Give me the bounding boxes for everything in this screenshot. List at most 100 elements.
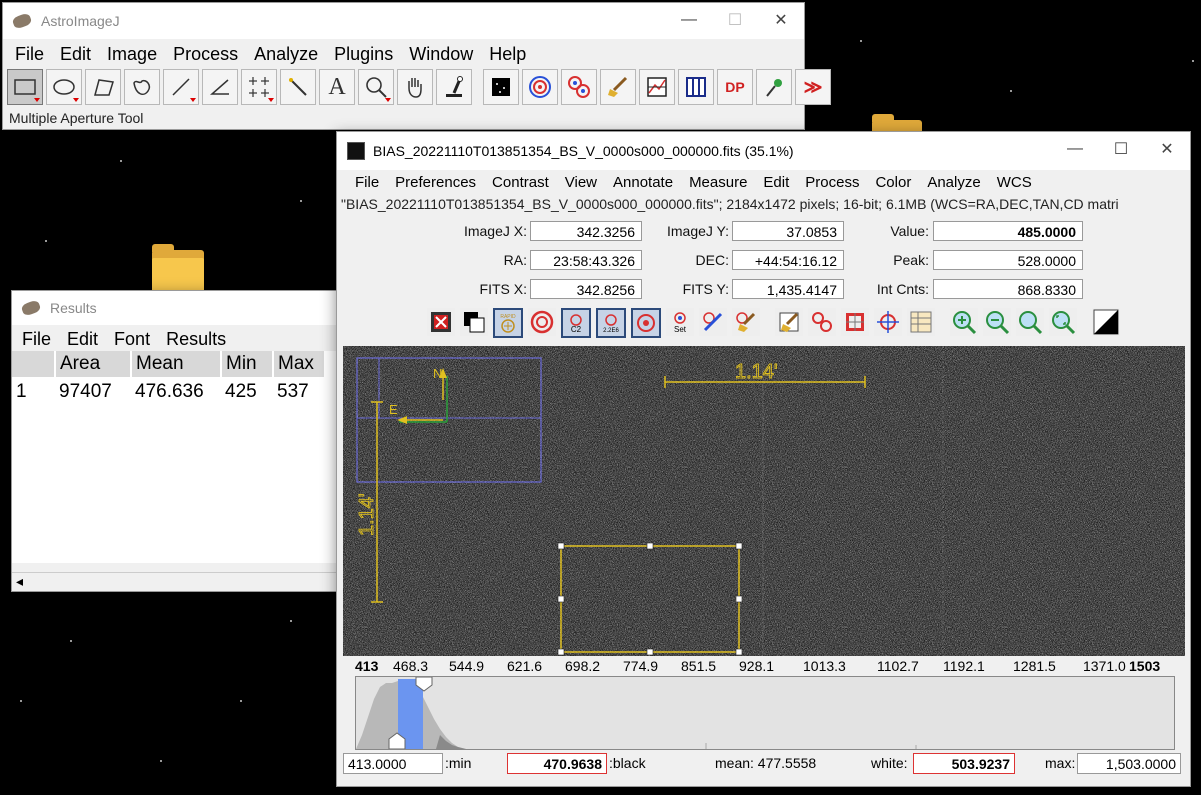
multi-aperture-tool-icon[interactable] (561, 69, 597, 105)
point-tool-icon[interactable] (241, 69, 277, 105)
fits-x-field[interactable]: 342.8256 (530, 279, 642, 299)
magnifier-tool-icon[interactable] (358, 69, 394, 105)
minimize-button[interactable]: — (1052, 132, 1098, 166)
edit-aperture-icon[interactable] (699, 308, 727, 336)
dec-field[interactable]: +44:54:16.12 (732, 250, 844, 270)
multi-aperture-icon[interactable] (808, 308, 836, 336)
peak-field[interactable]: 528.0000 (933, 250, 1083, 270)
fits-image[interactable]: N E 1.14' 1.14' (343, 346, 1185, 656)
menu-file[interactable]: File (7, 44, 52, 65)
more-tools-icon[interactable]: ≫ (795, 69, 831, 105)
text-tool-icon[interactable]: A (319, 69, 355, 105)
zoom-out-icon[interactable] (983, 308, 1011, 336)
titlebar[interactable]: Results (12, 291, 342, 325)
menu-file[interactable]: File (347, 174, 387, 191)
minimize-button[interactable]: — (666, 3, 712, 37)
multi-plot-tool-icon[interactable] (678, 69, 714, 105)
menu-preferences[interactable]: Preferences (387, 174, 484, 191)
column-header[interactable]: Mean (131, 351, 222, 377)
aperture-grid-icon[interactable] (841, 308, 869, 336)
column-header[interactable]: Area (55, 351, 132, 377)
titlebar[interactable]: AstroImageJ — ☐ ✕ (3, 3, 804, 39)
menu-contrast[interactable]: Contrast (484, 174, 557, 191)
c2-icon[interactable]: C2 (561, 308, 591, 338)
titlebar[interactable]: BIAS_20221110T013851354_BS_V_0000s000_00… (337, 132, 1190, 170)
oval-tool-icon[interactable] (46, 69, 82, 105)
scroll-left-icon[interactable]: ◂ (16, 573, 23, 590)
zoom-fit-icon[interactable] (1016, 308, 1044, 336)
menu-edit[interactable]: Edit (52, 44, 99, 65)
clear-tool-icon[interactable] (600, 69, 636, 105)
imagej-y-field[interactable]: 37.0853 (732, 221, 844, 241)
menu-analyze[interactable]: Analyze (919, 174, 988, 191)
angle-tool-icon[interactable] (202, 69, 238, 105)
menu-wcs[interactable]: WCS (989, 174, 1040, 191)
polygon-tool-icon[interactable] (85, 69, 121, 105)
table-icon[interactable] (907, 308, 935, 336)
rapid-icon[interactable]: RAPID (493, 308, 523, 338)
data-process-tool-icon[interactable] (639, 69, 675, 105)
stack-tool-icon[interactable] (483, 69, 519, 105)
menu-plugins[interactable]: Plugins (326, 44, 401, 65)
table-row[interactable]: 1 97407 476.636 425 537 (12, 377, 325, 407)
menu-analyze[interactable]: Analyze (246, 44, 326, 65)
line-tool-icon[interactable] (163, 69, 199, 105)
dropper-tool-icon[interactable] (436, 69, 472, 105)
close-button[interactable]: ✕ (758, 3, 804, 37)
set-aperture-icon[interactable]: Set (666, 308, 694, 336)
menu-edit[interactable]: Edit (755, 174, 797, 191)
imagej-x-field[interactable]: 342.3256 (530, 221, 642, 241)
menu-font[interactable]: Font (106, 329, 158, 350)
hand-tool-icon[interactable] (397, 69, 433, 105)
toolbar: A DP ≫ (7, 69, 834, 107)
column-header[interactable]: Min (221, 351, 274, 377)
clear-overlay-icon[interactable] (427, 308, 455, 336)
menu-process[interactable]: Process (797, 174, 867, 191)
invert-icon[interactable] (460, 308, 488, 336)
black-field[interactable]: 470.9638 (507, 753, 607, 774)
menu-measure[interactable]: Measure (681, 174, 755, 191)
menu-file[interactable]: File (14, 329, 59, 350)
value-field[interactable]: 485.0000 (933, 221, 1083, 241)
ra-field[interactable]: 23:58:43.326 (530, 250, 642, 270)
target-ring-icon[interactable] (631, 308, 661, 338)
menu-process[interactable]: Process (165, 44, 246, 65)
menu-edit[interactable]: Edit (59, 329, 106, 350)
close-button[interactable]: ✕ (1144, 132, 1190, 166)
menu-view[interactable]: View (557, 174, 605, 191)
min-field[interactable]: 413.0000 (343, 753, 443, 774)
menu-help[interactable]: Help (481, 44, 534, 65)
column-header[interactable] (12, 351, 56, 377)
horizontal-scrollbar[interactable]: ◂ (12, 572, 340, 591)
contrast-icon[interactable] (1092, 308, 1120, 336)
pin-tool-icon[interactable] (756, 69, 792, 105)
menu-image[interactable]: Image (99, 44, 165, 65)
app-icon (20, 299, 42, 317)
histogram[interactable] (355, 676, 1175, 750)
menu-results[interactable]: Results (158, 329, 234, 350)
int-cnts-field[interactable]: 868.8330 (933, 279, 1083, 299)
freehand-tool-icon[interactable] (124, 69, 160, 105)
white-field[interactable]: 503.9237 (913, 753, 1015, 774)
single-aperture-tool-icon[interactable] (522, 69, 558, 105)
rectangle-tool-icon[interactable] (7, 69, 43, 105)
wand-tool-icon[interactable] (280, 69, 316, 105)
menu-color[interactable]: Color (867, 174, 919, 191)
broom-aperture-icon[interactable] (732, 308, 760, 336)
crosshair-icon[interactable] (874, 308, 902, 336)
maximize-button[interactable]: ☐ (1098, 132, 1144, 166)
dp-tool-icon[interactable]: DP (717, 69, 753, 105)
vertical-scale-label: 1.14' (356, 493, 378, 536)
zoom-full-icon[interactable] (1049, 308, 1077, 336)
centroid-icon[interactable]: 2.2E6 (596, 308, 626, 338)
column-header[interactable]: Max (273, 351, 326, 377)
menu-window[interactable]: Window (401, 44, 481, 65)
aperture-ring-icon[interactable] (528, 308, 556, 336)
menu-annotate[interactable]: Annotate (605, 174, 681, 191)
fits-y-field[interactable]: 1,435.4147 (732, 279, 844, 299)
maximize-button[interactable]: ☐ (712, 3, 758, 37)
zoom-in-icon[interactable] (950, 308, 978, 336)
peak-label: Peak: (893, 252, 929, 268)
clear-annotations-icon[interactable] (775, 308, 803, 336)
max-field[interactable]: 1,503.0000 (1077, 753, 1181, 774)
